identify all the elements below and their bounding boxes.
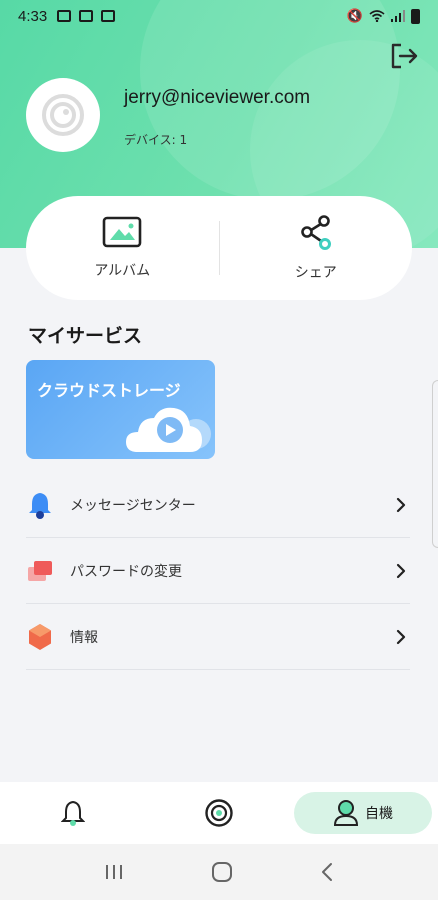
share-label: シェア xyxy=(294,265,337,281)
message-center-row[interactable]: メッセージセンター xyxy=(26,472,410,538)
cloud-play-icon xyxy=(126,407,211,452)
tab-profile-pill: 自機 xyxy=(294,792,432,834)
back-icon[interactable] xyxy=(320,862,334,882)
info-row[interactable]: 情報 xyxy=(26,604,410,670)
quick-actions-card: アルバム シェア xyxy=(26,196,412,300)
cloud-storage-card[interactable]: クラウドストレージ xyxy=(26,360,215,459)
profile-icon xyxy=(333,800,359,826)
tab-alerts[interactable] xyxy=(0,782,146,844)
chevron-right-icon xyxy=(396,563,406,578)
alerts-icon xyxy=(61,800,85,826)
recent-apps-icon[interactable] xyxy=(104,863,124,881)
home-icon[interactable] xyxy=(211,861,233,883)
album-label: アルバム xyxy=(94,263,151,279)
tab-camera[interactable] xyxy=(146,782,292,844)
change-password-row[interactable]: パスワードの変更 xyxy=(26,538,410,604)
account-email: jerry@niceviewer.com xyxy=(124,87,311,108)
system-navigation-bar xyxy=(0,844,438,900)
logout-icon[interactable] xyxy=(389,42,419,70)
password-icon xyxy=(28,560,52,581)
bag-notification-icon xyxy=(79,10,94,22)
camera-icon xyxy=(205,799,233,827)
info-icon xyxy=(29,623,51,650)
status-time: 4:33 xyxy=(18,7,48,25)
share-icon xyxy=(300,215,331,250)
app-notification-icon xyxy=(101,10,116,22)
my-services-title: マイサービス xyxy=(28,325,143,347)
share-button[interactable]: シェア xyxy=(220,196,413,300)
tab-profile[interactable]: 自機 xyxy=(292,782,434,844)
battery-icon xyxy=(411,8,420,24)
services-menu: メッセージセンター パスワードの変更 情報 xyxy=(26,472,410,670)
bottom-navigation: 自機 xyxy=(0,782,438,844)
change-password-label: パスワードの変更 xyxy=(70,563,182,580)
album-button[interactable]: アルバム xyxy=(26,196,219,300)
album-icon xyxy=(102,216,142,248)
wifi-icon xyxy=(369,10,385,22)
side-scroll-handle[interactable] xyxy=(432,380,438,548)
chevron-right-icon xyxy=(396,497,406,512)
info-label: 情報 xyxy=(70,629,98,646)
tab-profile-label: 自機 xyxy=(365,806,393,822)
avatar-placeholder-icon xyxy=(42,94,84,136)
device-count: デバイス: 1 xyxy=(124,133,188,147)
signal-icon xyxy=(391,10,405,22)
status-bar: 4:33 🔇 xyxy=(0,0,438,32)
message-center-label: メッセージセンター xyxy=(70,497,196,514)
mute-icon: 🔇 xyxy=(346,8,363,23)
gallery-notification-icon xyxy=(57,10,72,22)
chevron-right-icon xyxy=(396,629,406,644)
bell-icon xyxy=(29,492,51,519)
avatar[interactable] xyxy=(26,78,100,152)
